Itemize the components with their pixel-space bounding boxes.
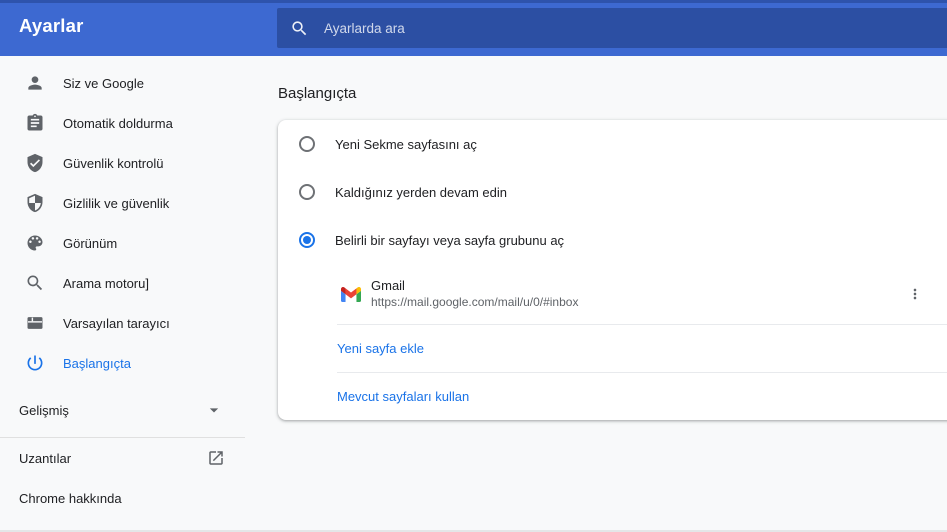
sidebar-item-uzantilar[interactable]: Uzantılar <box>0 438 250 478</box>
sidebar-item-label: Arama motoru] <box>63 276 149 291</box>
radio-selected-icon[interactable] <box>299 232 315 248</box>
sidebar-item-otomatik-doldurma[interactable]: Otomatik doldurma <box>0 103 250 143</box>
sidebar-item-siz-ve-google[interactable]: Siz ve Google <box>0 63 250 103</box>
sidebar-item-label: Başlangıçta <box>63 356 131 371</box>
sidebar-item-label: Görünüm <box>63 236 117 251</box>
sidebar-item-varsayilan-tarayici[interactable]: Varsayılan tarayıcı <box>0 303 250 343</box>
on-startup-card: Yeni Sekme sayfasını aç Kaldığınız yerde… <box>278 120 947 420</box>
shield-icon <box>25 193 45 213</box>
add-new-page-button[interactable]: Yeni sayfa ekle <box>278 325 947 372</box>
search-icon <box>290 19 309 38</box>
radio-option-continue[interactable]: Kaldığınız yerden devam edin <box>278 168 947 216</box>
use-current-pages-label: Mevcut sayfaları kullan <box>337 389 469 404</box>
sidebar-item-label: Otomatik doldurma <box>63 116 173 131</box>
more-options-button[interactable] <box>906 285 924 303</box>
startup-page-row[interactable]: Gmail https://mail.google.com/mail/u/0/#… <box>278 264 947 324</box>
startup-page-url: https://mail.google.com/mail/u/0/#inbox <box>371 294 578 311</box>
add-new-page-label: Yeni sayfa ekle <box>337 341 424 356</box>
chevron-down-icon <box>204 400 224 420</box>
radio-unselected-icon[interactable] <box>299 136 315 152</box>
sidebar-item-label: Varsayılan tarayıcı <box>63 316 170 331</box>
radio-option-label: Belirli bir sayfayı veya sayfa grubunu a… <box>335 233 564 248</box>
settings-header: Ayarlar <box>0 0 947 56</box>
open-in-new-icon <box>207 449 225 467</box>
radio-unselected-icon[interactable] <box>299 184 315 200</box>
startup-page-info: Gmail https://mail.google.com/mail/u/0/#… <box>371 277 578 311</box>
settings-sidebar: Siz ve Google Otomatik doldurma Güvenlik… <box>0 56 250 518</box>
sidebar-item-guvenlik-kontrolu[interactable]: Güvenlik kontrolü <box>0 143 250 183</box>
sidebar-item-label: Gizlilik ve güvenlik <box>63 196 169 211</box>
person-icon <box>25 73 45 93</box>
radio-option-label: Kaldığınız yerden devam edin <box>335 185 507 200</box>
sidebar-item-chrome-hakkinda[interactable]: Chrome hakkında <box>0 478 250 518</box>
section-title: Başlangıçta <box>278 85 356 102</box>
header-top-edge <box>0 0 947 3</box>
radio-option-new-tab[interactable]: Yeni Sekme sayfasını aç <box>278 120 947 168</box>
search-icon <box>25 273 45 293</box>
clipboard-icon <box>25 113 45 133</box>
palette-icon <box>25 233 45 253</box>
footer-item-label: Uzantılar <box>19 451 71 466</box>
advanced-label: Gelişmiş <box>19 403 69 418</box>
settings-search-box[interactable] <box>277 8 947 48</box>
page-title: Ayarlar <box>19 15 83 37</box>
startup-page-title: Gmail <box>371 277 578 294</box>
sidebar-item-gorunum[interactable]: Görünüm <box>0 223 250 263</box>
sidebar-item-label: Güvenlik kontrolü <box>63 156 163 171</box>
sidebar-item-gizlilik-ve-guvenlik[interactable]: Gizlilik ve güvenlik <box>0 183 250 223</box>
sidebar-item-baslangicta[interactable]: Başlangıçta <box>0 343 250 383</box>
use-current-pages-button[interactable]: Mevcut sayfaları kullan <box>278 373 947 420</box>
shield-check-icon <box>25 153 45 173</box>
power-icon <box>25 353 45 373</box>
sidebar-item-label: Siz ve Google <box>63 76 144 91</box>
radio-option-label: Yeni Sekme sayfasını aç <box>335 137 477 152</box>
browser-window-icon <box>25 313 45 333</box>
radio-option-specific-pages[interactable]: Belirli bir sayfayı veya sayfa grubunu a… <box>278 216 947 264</box>
sidebar-item-arama-motoru[interactable]: Arama motoru] <box>0 263 250 303</box>
gmail-favicon-icon <box>341 287 361 302</box>
footer-item-label: Chrome hakkında <box>19 491 122 506</box>
search-input[interactable] <box>322 20 726 37</box>
sidebar-advanced-toggle[interactable]: Gelişmiş <box>0 390 250 430</box>
